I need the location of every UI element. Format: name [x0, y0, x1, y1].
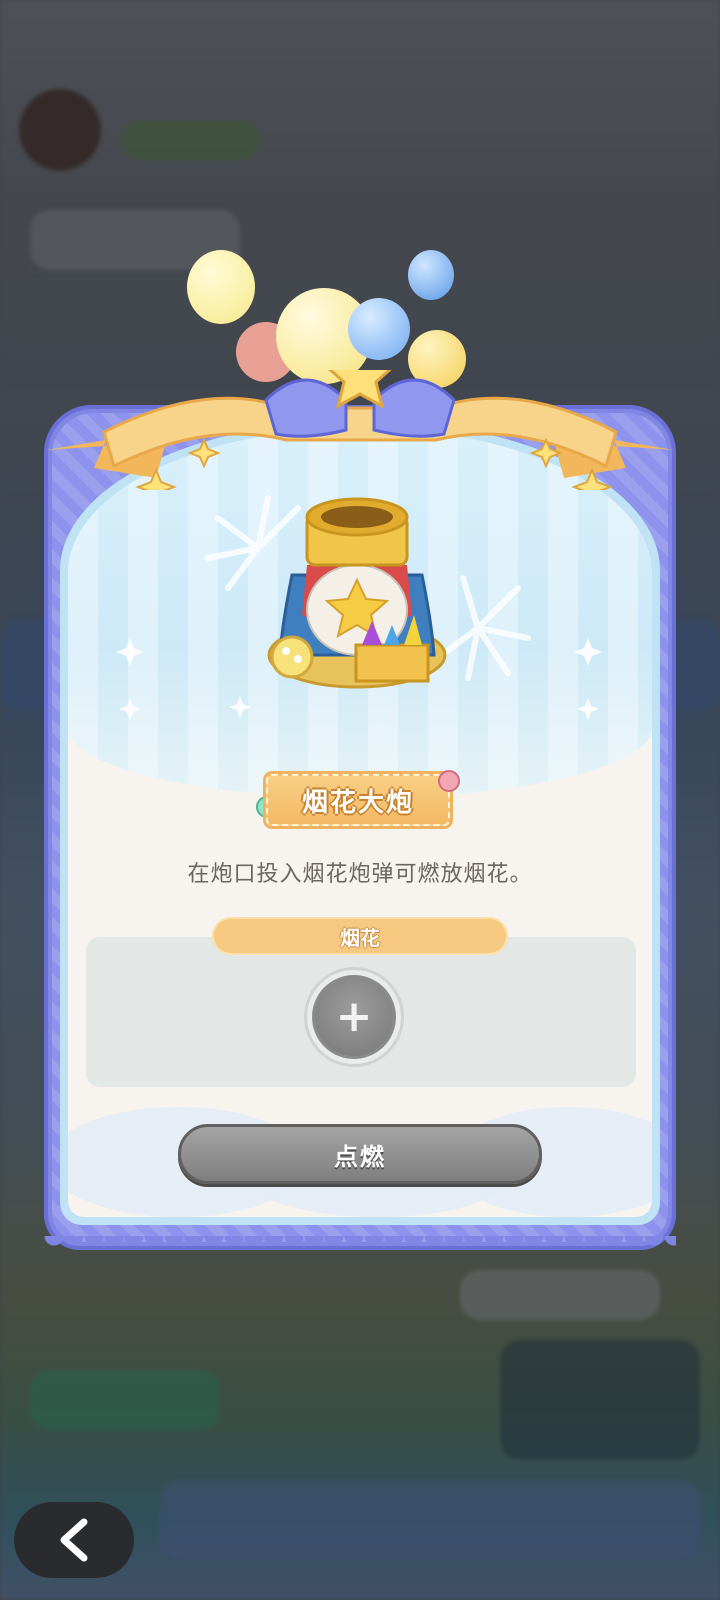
balloon-decoration [408, 250, 454, 300]
balloon-decoration [348, 298, 410, 360]
pin-decoration [438, 770, 460, 792]
balloon-decoration [187, 250, 255, 324]
plus-icon: + [312, 975, 396, 1059]
add-firework-button[interactable]: + [304, 967, 404, 1067]
item-title: 烟花大炮 [301, 787, 414, 818]
item-title-banner: 烟花大炮 [263, 771, 453, 829]
slot-label: 烟花 [212, 917, 508, 955]
item-description: 在炮口投入烟花炮弹可燃放烟花。 [187, 862, 533, 887]
ignite-button[interactable]: 点燃 [178, 1124, 542, 1184]
firework-cannon-icon [267, 497, 447, 689]
back-button[interactable] [14, 1502, 134, 1578]
dialog-frame-scallop [44, 1236, 676, 1250]
chevron-left-icon [60, 1518, 88, 1562]
ribbon-banner [46, 370, 674, 490]
